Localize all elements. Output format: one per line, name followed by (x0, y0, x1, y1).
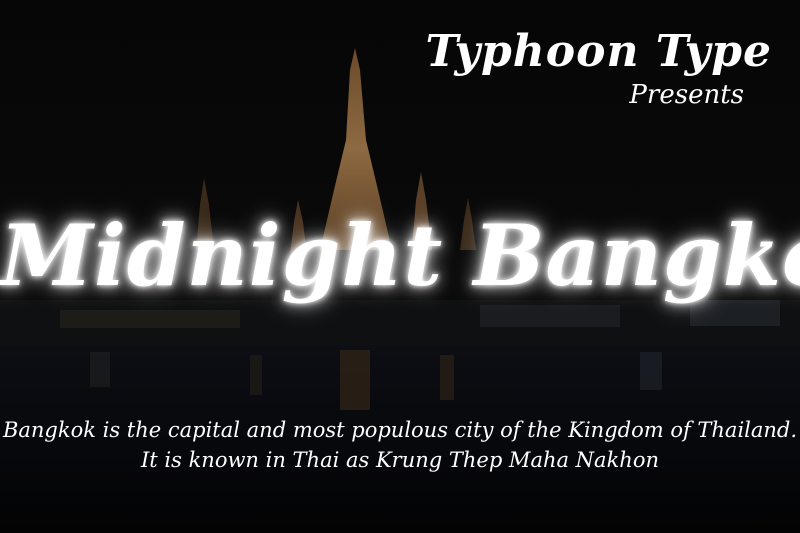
description-line-2: It is known in Thai as Krung Thep Maha N… (140, 448, 659, 473)
brand-tagline: Presents (629, 80, 744, 110)
reflection-far-right (640, 352, 662, 390)
font-title: Midnight Bangkok (0, 206, 800, 305)
brand-name: Typhoon Type (425, 26, 772, 77)
reflection-left (250, 355, 262, 395)
reflection-temple (340, 350, 370, 410)
poster: Typhoon Type Presents Midnight Bangkok B… (0, 0, 800, 533)
description: Bangkok is the capital and most populous… (0, 415, 800, 476)
building-lights (60, 310, 240, 328)
building-lights-2 (480, 305, 620, 327)
description-line-1: Bangkok is the capital and most populous… (2, 418, 798, 442)
brand-block: Typhoon Type Presents (425, 26, 772, 110)
reflection-far-left (90, 352, 110, 387)
reflection-right (440, 355, 454, 400)
